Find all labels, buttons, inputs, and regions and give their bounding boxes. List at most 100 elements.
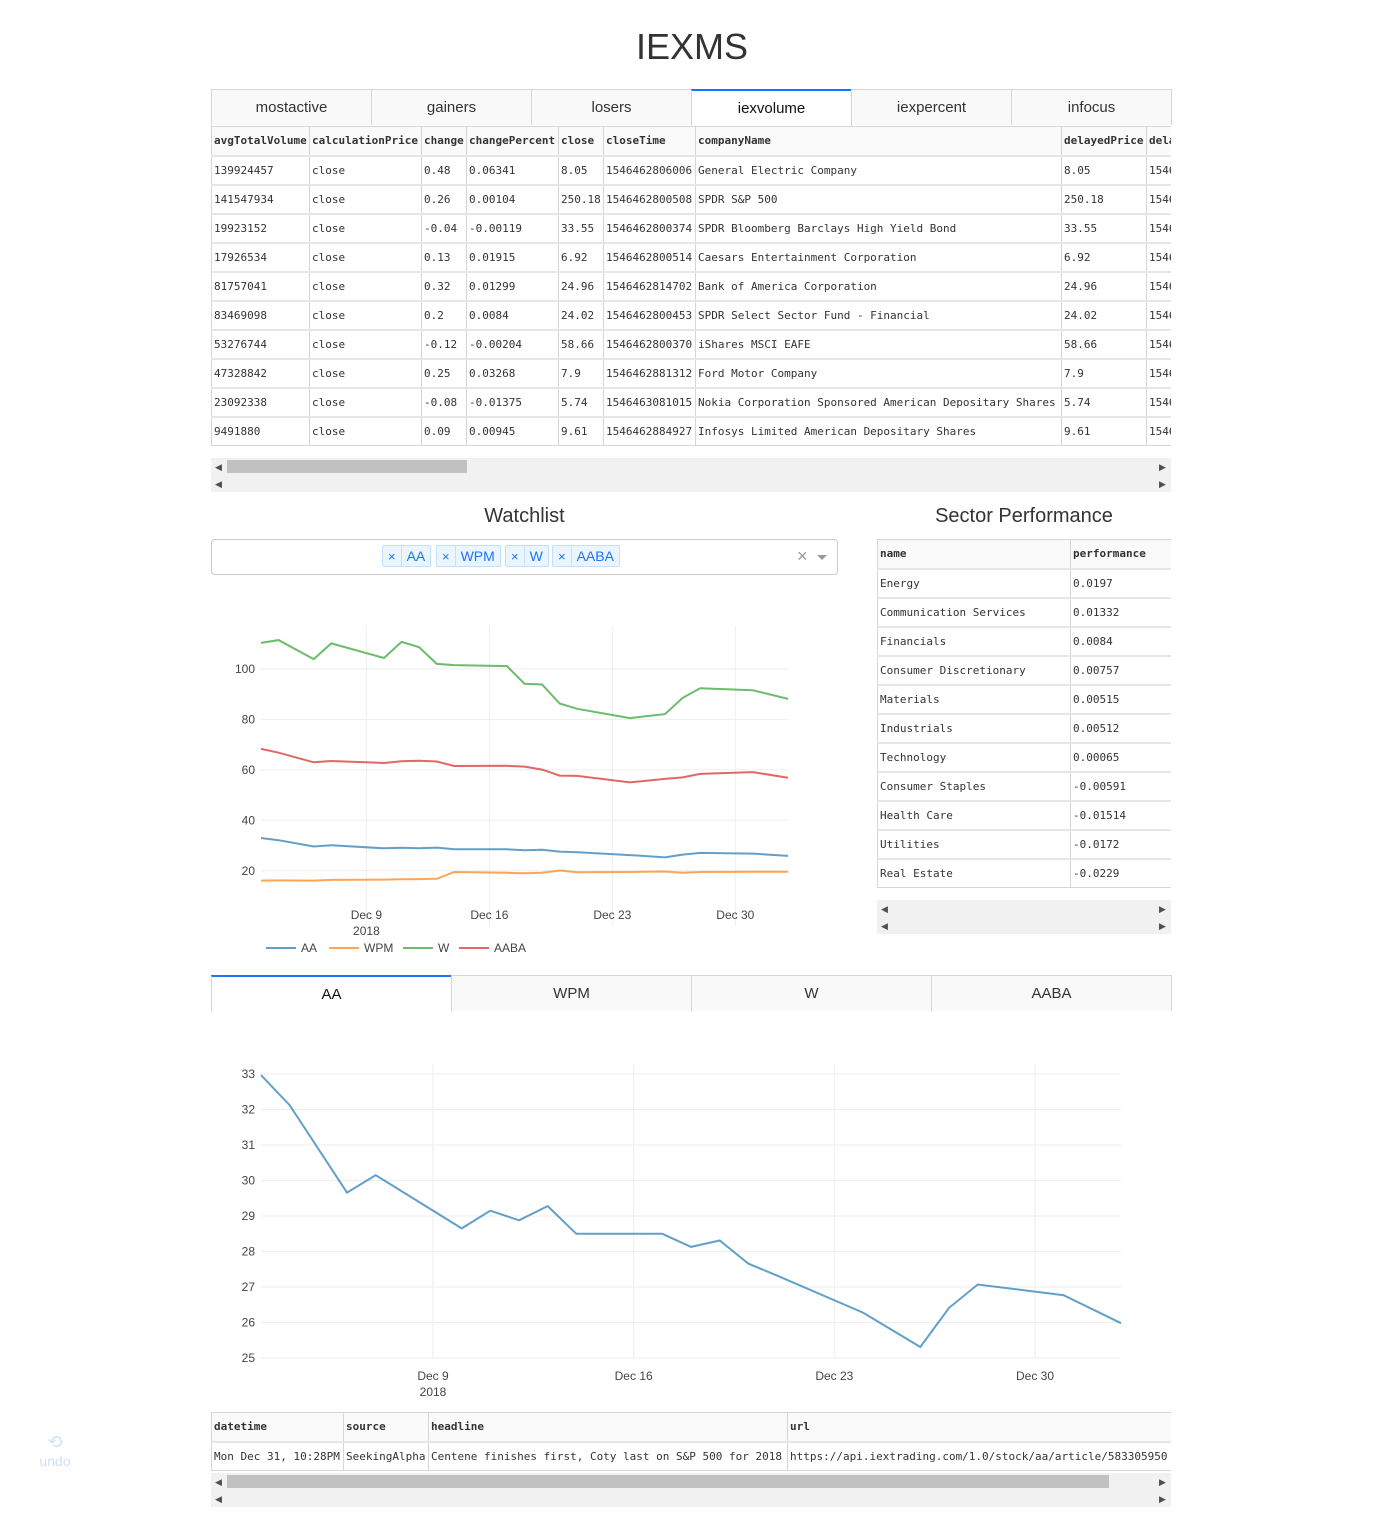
series-line-wpm[interactable] bbox=[260, 869, 788, 882]
table-cell: 1546462800508 bbox=[603, 183, 696, 214]
table-cell: Infosys Limited American Depositary Shar… bbox=[695, 415, 1062, 446]
legend-label-aaba[interactable]: AABA bbox=[494, 941, 526, 955]
scroll-right-arrow-icon[interactable]: ▶ bbox=[1159, 921, 1166, 931]
watchlist-chip-w[interactable]: × W bbox=[505, 545, 549, 567]
scroll-right-arrow-icon[interactable]: ▶ bbox=[1159, 462, 1166, 472]
market-table-scroll-thumb[interactable] bbox=[227, 460, 467, 473]
undo-button[interactable]: ⟲ undo bbox=[30, 1432, 80, 1469]
scroll-right-arrow-icon[interactable]: ▶ bbox=[1159, 479, 1166, 489]
table-row[interactable]: Communication Services 0.01332 bbox=[877, 596, 1171, 627]
tab-losers[interactable]: losers bbox=[531, 89, 692, 125]
scroll-left-arrow-icon[interactable]: ◀ bbox=[881, 904, 888, 914]
table-row[interactable]: 19923152 close -0.04 -0.00119 33.55 154646280… bbox=[211, 212, 1171, 243]
scroll-right-arrow-icon[interactable]: ▶ bbox=[1159, 1477, 1166, 1487]
scroll-left-arrow-icon[interactable]: ◀ bbox=[881, 921, 888, 931]
column-header[interactable]: change bbox=[421, 126, 467, 156]
table-row[interactable]: Industrials 0.00512 bbox=[877, 712, 1171, 743]
table-row[interactable]: 81757041 close 0.32 0.01299 24.96 15464628147… bbox=[211, 270, 1171, 301]
watchlist-chip-aaba[interactable]: × AABA bbox=[552, 545, 620, 567]
column-header[interactable]: datetime bbox=[211, 1412, 344, 1442]
remove-chip-icon[interactable]: × bbox=[506, 546, 525, 566]
column-header[interactable]: calculationPrice bbox=[309, 126, 422, 156]
column-header[interactable]: changePercent bbox=[466, 126, 559, 156]
chevron-down-icon[interactable] bbox=[817, 555, 827, 560]
watchlist-chip-aa[interactable]: × AA bbox=[382, 545, 432, 567]
scroll-left-arrow-icon[interactable]: ◀ bbox=[215, 462, 222, 472]
column-header[interactable]: name bbox=[877, 539, 1071, 569]
table-row[interactable]: Technology 0.00065 bbox=[877, 741, 1171, 772]
tab-gainers[interactable]: gainers bbox=[371, 89, 532, 125]
series-line-w[interactable] bbox=[260, 639, 789, 720]
table-cell: 0.09 bbox=[421, 415, 467, 446]
column-header[interactable]: delayedPrice bbox=[1061, 126, 1147, 156]
column-header[interactable]: url bbox=[787, 1412, 1171, 1442]
column-header[interactable]: companyName bbox=[695, 126, 1062, 156]
table-row[interactable]: Real Estate -0.0229 bbox=[877, 857, 1171, 888]
table-cell: 0.00104 bbox=[466, 183, 559, 214]
table-cell: 1546 bbox=[1146, 241, 1171, 272]
table-row[interactable]: 53276744 close -0.12 -0.00204 58.66 154646280… bbox=[211, 328, 1171, 359]
table-cell: General Electric Company bbox=[695, 154, 1062, 185]
remove-chip-icon[interactable]: × bbox=[437, 546, 456, 566]
table-row[interactable]: Energy 0.0197 bbox=[877, 567, 1171, 598]
table-row[interactable]: Mon Dec 31, 10:28PM SeekingAlpha Centene f… bbox=[211, 1440, 1171, 1471]
clear-all-icon[interactable]: × bbox=[797, 546, 808, 567]
stock-tab-w[interactable]: W bbox=[691, 975, 932, 1011]
column-header[interactable]: source bbox=[343, 1412, 429, 1442]
watchlist-chip-wpm[interactable]: × WPM bbox=[436, 545, 501, 567]
table-cell: Centene finishes first, Coty last on S&P… bbox=[428, 1440, 788, 1471]
table-cell: 1546 bbox=[1146, 154, 1171, 185]
column-header[interactable]: headline bbox=[428, 1412, 788, 1442]
table-cell: 1546 bbox=[1146, 328, 1171, 359]
table-cell: Consumer Staples bbox=[877, 770, 1071, 801]
stock-tab-wpm[interactable]: WPM bbox=[451, 975, 692, 1011]
tab-iexpercent[interactable]: iexpercent bbox=[851, 89, 1012, 125]
column-header[interactable]: performance bbox=[1070, 539, 1171, 569]
table-row[interactable]: Health Care -0.01514 bbox=[877, 799, 1171, 830]
scroll-left-arrow-icon[interactable]: ◀ bbox=[215, 1494, 222, 1504]
column-header[interactable]: close bbox=[558, 126, 604, 156]
table-row[interactable]: Consumer Staples -0.00591 bbox=[877, 770, 1171, 801]
table-row[interactable]: 139924457 close 0.48 0.06341 8.05 15464628060… bbox=[211, 154, 1171, 185]
tab-infocus[interactable]: infocus bbox=[1011, 89, 1172, 125]
column-header[interactable]: avgTotalVolume bbox=[211, 126, 310, 156]
series-line-aaba[interactable] bbox=[260, 747, 789, 784]
table-row[interactable]: Financials 0.0084 bbox=[877, 625, 1171, 656]
column-header[interactable]: closeTime bbox=[603, 126, 696, 156]
table-cell: -0.0172 bbox=[1070, 828, 1171, 859]
tab-mostactive[interactable]: mostactive bbox=[211, 89, 372, 125]
table-row[interactable]: 141547934 close 0.26 0.00104 250.18 154646280… bbox=[211, 183, 1171, 214]
table-row[interactable]: Utilities -0.0172 bbox=[877, 828, 1171, 859]
y-tick-label: 25 bbox=[242, 1351, 256, 1365]
table-row[interactable]: Consumer Discretionary 0.00757 bbox=[877, 654, 1171, 685]
series-line-aa[interactable] bbox=[260, 1074, 1122, 1349]
remove-chip-icon[interactable]: × bbox=[383, 546, 402, 566]
legend-label-w[interactable]: W bbox=[438, 941, 450, 955]
remove-chip-icon[interactable]: × bbox=[553, 546, 572, 566]
table-row[interactable]: 83469098 close 0.2 0.0084 24.02 1546462800453… bbox=[211, 299, 1171, 330]
scroll-left-arrow-icon[interactable]: ◀ bbox=[215, 1477, 222, 1487]
legend-label-wpm[interactable]: WPM bbox=[364, 941, 393, 955]
sector-table-scrollbar[interactable]: ◀ ▶ ◀ ▶ bbox=[877, 900, 1171, 934]
market-table-scrollbar[interactable]: ◀ ▶ ◀ ▶ bbox=[211, 458, 1171, 492]
column-header[interactable]: dela bbox=[1146, 126, 1171, 156]
scroll-left-arrow-icon[interactable]: ◀ bbox=[215, 479, 222, 489]
table-row[interactable]: Materials 0.00515 bbox=[877, 683, 1171, 714]
scroll-right-arrow-icon[interactable]: ▶ bbox=[1159, 1494, 1166, 1504]
table-cell: Mon Dec 31, 10:28PM bbox=[211, 1440, 344, 1471]
news-table-scrollbar[interactable]: ◀ ▶ ◀ ▶ bbox=[211, 1473, 1171, 1507]
news-table-scroll-thumb[interactable] bbox=[227, 1475, 1109, 1488]
stock-tab-aaba[interactable]: AABA bbox=[931, 975, 1172, 1011]
stock-tab-aa[interactable]: AA bbox=[211, 975, 452, 1012]
legend-label-aa[interactable]: AA bbox=[301, 941, 317, 955]
table-row[interactable]: 23092338 close -0.08 -0.01375 5.74 1546463081… bbox=[211, 386, 1171, 417]
news-table: datetime source headline url Mon Dec 31, 10… bbox=[211, 1412, 1171, 1473]
series-line-aa[interactable] bbox=[260, 837, 789, 859]
table-cell: 0.00065 bbox=[1070, 741, 1171, 772]
table-row[interactable]: 47328842 close 0.25 0.03268 7.9 1546462881312… bbox=[211, 357, 1171, 388]
watchlist-dropdown[interactable]: × AA × WPM × W × AABA × bbox=[211, 539, 838, 575]
table-row[interactable]: 9491880 close 0.09 0.00945 9.61 1546462884927… bbox=[211, 415, 1171, 446]
scroll-right-arrow-icon[interactable]: ▶ bbox=[1159, 904, 1166, 914]
table-row[interactable]: 17926534 close 0.13 0.01915 6.92 154646280051… bbox=[211, 241, 1171, 272]
tab-iexvolume[interactable]: iexvolume bbox=[691, 89, 852, 126]
